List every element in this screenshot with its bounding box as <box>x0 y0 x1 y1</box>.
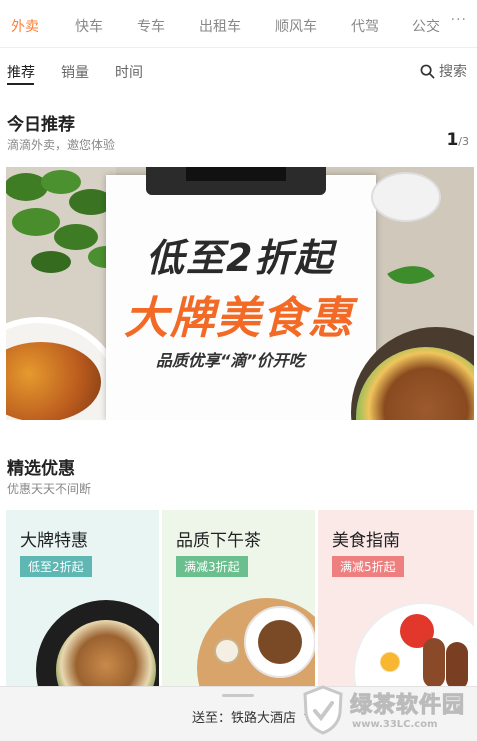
shield-logo-icon <box>303 685 343 735</box>
tab-hitch[interactable]: 顺风车 <box>275 16 317 36</box>
tab-takeout[interactable]: 外卖 <box>11 16 39 36</box>
clipboard-clip-top <box>186 167 286 181</box>
promo-banner[interactable]: 低至2折起 大牌美食惠 品质优享“滴”价开吃 <box>6 167 474 420</box>
offer-cards: 大牌特惠 低至2折起 品质下午茶 满减3折起 美食指南 满减5折起 <box>6 510 474 690</box>
offer-card-food-guide[interactable]: 美食指南 满减5折起 <box>318 510 474 690</box>
leaf-garnish <box>387 253 435 297</box>
pager-total: /3 <box>458 135 469 148</box>
site-watermark: 绿茶软件园 www.33LC.com <box>300 683 477 739</box>
sort-tab-sales[interactable]: 销量 <box>61 62 89 82</box>
delivery-address-text: 送至：铁路大酒店 <box>192 711 297 726</box>
offer-card-brand-deals[interactable]: 大牌特惠 低至2折起 <box>6 510 159 690</box>
banner-subheadline: 大牌美食惠 <box>124 293 354 344</box>
section-title-offers: 精选优惠 <box>7 459 75 479</box>
tab-designated-driver[interactable]: 代驾 <box>351 16 379 36</box>
service-tab-bar: 外卖 快车 专车 出租车 顺风车 代驾 公交 ··· <box>0 0 477 48</box>
search-icon <box>420 64 435 78</box>
sort-tab-time[interactable]: 时间 <box>115 62 143 82</box>
tab-express[interactable]: 快车 <box>75 16 103 36</box>
tea-in-cup <box>258 620 302 664</box>
section-title-today: 今日推荐 <box>7 115 75 135</box>
active-tab-indicator <box>7 83 34 85</box>
offer-card-title: 品质下午茶 <box>176 531 261 551</box>
sort-tab-bar: 推荐 销量 时间 搜索 <box>0 56 477 92</box>
fried-egg-image <box>368 642 412 682</box>
offer-card-afternoon-tea[interactable]: 品质下午茶 满减3折起 <box>162 510 315 690</box>
tab-bus[interactable]: 公交 <box>412 16 440 36</box>
section-subtitle-today: 滴滴外卖，邀您体验 <box>7 138 116 152</box>
spoon-dish <box>371 172 441 222</box>
delivery-address[interactable]: 送至：铁路大酒店 <box>192 707 313 726</box>
offer-card-tag: 满减3折起 <box>176 556 248 577</box>
watermark-url: www.33LC.com <box>352 719 438 730</box>
section-subtitle-offers: 优惠天天不间断 <box>7 482 92 496</box>
search-label: 搜索 <box>439 64 467 80</box>
offer-card-title: 美食指南 <box>332 531 400 551</box>
macaron-image <box>214 638 240 664</box>
banner-pager: 1/3 <box>446 130 469 150</box>
sort-tab-recommended[interactable]: 推荐 <box>7 62 35 82</box>
sausage-image <box>423 638 445 688</box>
offer-card-tag: 低至2折起 <box>20 556 92 577</box>
search-button[interactable]: 搜索 <box>420 61 467 81</box>
drag-handle[interactable] <box>222 694 254 697</box>
offer-card-title: 大牌特惠 <box>20 531 88 551</box>
offer-card-tag: 满减5折起 <box>332 556 404 577</box>
pager-current: 1 <box>446 130 459 150</box>
tab-taxi[interactable]: 出租车 <box>199 16 241 36</box>
banner-tagline: 品质优享“滴”价开吃 <box>156 351 305 370</box>
banner-headline: 低至2折起 <box>146 236 335 280</box>
tab-premier[interactable]: 专车 <box>137 16 165 36</box>
watermark-name: 绿茶软件园 <box>349 693 466 719</box>
more-tabs-button[interactable]: ··· <box>444 12 467 28</box>
